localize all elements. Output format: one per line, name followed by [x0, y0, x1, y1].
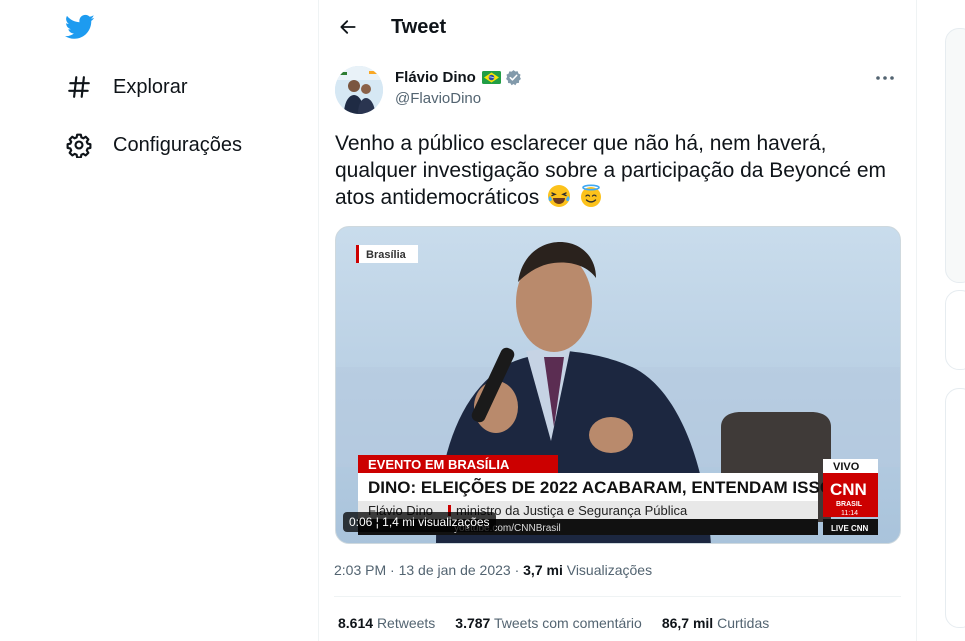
verified-badge-icon [505, 69, 522, 86]
likes-stat[interactable]: 86,7 mil Curtidas [662, 615, 769, 631]
more-options-button[interactable] [868, 66, 902, 90]
author-name[interactable]: Flávio Dino [395, 69, 522, 86]
tweet-metadata: 2:03 PM · 13 de jan de 2023 · 3,7 mi Vis… [334, 562, 652, 578]
author-name-text: Flávio Dino [395, 69, 476, 86]
sidebar-item-label: Configurações [113, 133, 242, 156]
retweets-label: Retweets [376, 615, 436, 631]
arrow-left-icon [340, 20, 356, 34]
video-headline: DINO: ELEIÇÕES DE 2022 ACABARAM, ENTENDA… [368, 477, 833, 497]
tweet-video[interactable]: Brasília EVENTO EM BRASÍLIA DINO: ELEIÇÕ… [335, 226, 901, 544]
hashtag-icon [66, 74, 92, 100]
video-views: 1,4 mi visualizações [382, 515, 490, 529]
tweet-text-body: Venho a público esclarecer que não há, n… [335, 132, 887, 209]
tweet-timestamp[interactable]: 2:03 PM · 13 de jan de 2023 [334, 562, 511, 578]
right-panel-card [945, 28, 965, 283]
page-title: Tweet [391, 16, 447, 38]
retweets-stat[interactable]: 8.614 Retweets [338, 615, 435, 631]
sidebar-item-settings[interactable]: Configurações [66, 125, 242, 165]
likes-count: 86,7 mil [661, 615, 714, 631]
video-live-cnn: LIVE CNN [831, 524, 869, 533]
twitter-logo-icon[interactable] [64, 12, 96, 42]
retweets-count: 8.614 [338, 615, 374, 631]
video-location-tag: Brasília [366, 249, 407, 261]
likes-label: Curtidas [717, 615, 770, 631]
quote-tweets-stat[interactable]: 3.787 Tweets com comentário [455, 615, 642, 631]
sidebar-item-label: Explorar [113, 75, 188, 98]
tweet-views-count: 3,7 mi [523, 562, 563, 578]
sidebar: Explorar Configurações [0, 0, 318, 641]
tweet-stats: 8.614 Retweets 3.787 Tweets com comentár… [338, 615, 789, 631]
right-panel-card [945, 388, 965, 628]
tweet-text: Venho a público esclarecer que não há, n… [335, 130, 907, 211]
back-button[interactable] [331, 10, 365, 44]
metadata-separator: · [514, 562, 524, 578]
video-brand-bottom: BRASIL [836, 501, 863, 508]
video-live-label: VIVO [833, 461, 860, 473]
tweet-detail-column: Tweet Flávio Dino @FlavioDino Venho a pú… [318, 0, 917, 641]
tweet-views-label: Visualizações [566, 562, 653, 578]
video-clock: 11:14 [841, 510, 858, 517]
halo-smile-emoji-icon [579, 184, 603, 208]
badge-separator: ¦ [375, 515, 379, 529]
gear-icon [66, 132, 92, 158]
ellipsis-icon [876, 76, 894, 80]
video-view-count-badge: 0:06 ¦ 1,4 mi visualizações [343, 512, 496, 532]
right-panel-card [945, 290, 965, 370]
brazil-flag-icon [481, 71, 501, 84]
video-banner-top: EVENTO EM BRASÍLIA [368, 457, 510, 472]
laughing-tears-emoji-icon [547, 184, 571, 208]
right-sidebar [945, 0, 965, 641]
quote-tweets-label: Tweets com comentário [493, 615, 642, 631]
avatar[interactable] [335, 66, 383, 114]
video-duration: 0:06 [349, 515, 373, 529]
video-brand-top: CNN [830, 480, 867, 499]
author-handle[interactable]: @FlavioDino [395, 90, 481, 107]
quote-tweets-count: 3.787 [455, 615, 491, 631]
sidebar-item-explore[interactable]: Explorar [66, 67, 187, 107]
